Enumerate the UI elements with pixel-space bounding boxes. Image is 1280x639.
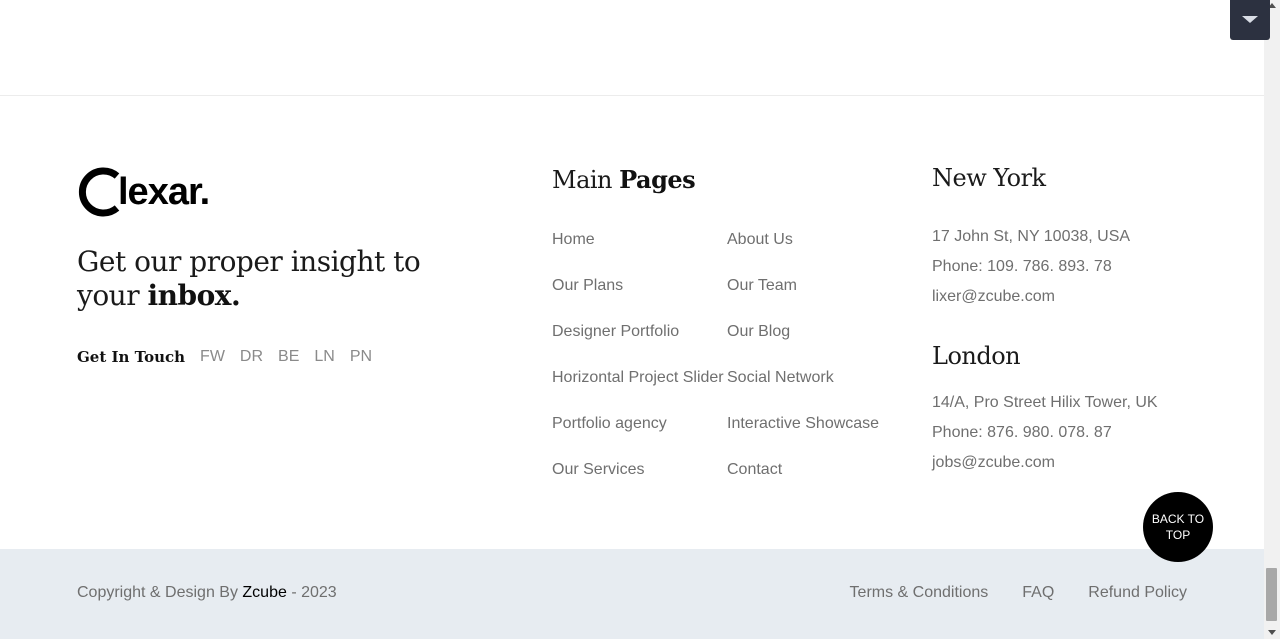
office-email-link[interactable]: jobs@zcube.com <box>932 453 1158 483</box>
office-email-link[interactable]: lixer@zcube.com <box>932 287 1130 317</box>
office-heading-new-york: New York <box>932 164 1046 192</box>
nav-link-our-services[interactable]: Our Services <box>552 460 724 506</box>
vertical-scrollbar[interactable] <box>1264 0 1280 639</box>
office-phone: Phone: 109. 786. 893. 78 <box>932 258 1112 275</box>
copyright-brand-link[interactable]: Zcube <box>242 584 286 601</box>
logo-text: lexar. <box>118 171 210 213</box>
nav-link-our-plans[interactable]: Our Plans <box>552 276 724 322</box>
social-link-fw[interactable]: FW <box>200 348 225 366</box>
back-to-top-button[interactable]: BACK TO TOP <box>1143 492 1213 562</box>
nav-link-designer-portfolio[interactable]: Designer Portfolio <box>552 322 724 368</box>
main-pages-left-column: Home Our Plans Designer Portfolio Horizo… <box>552 230 724 506</box>
main-pages-right-column: About Us Our Team Our Blog Social Networ… <box>727 230 879 506</box>
nav-link-horizontal-project-slider[interactable]: Horizontal Project Slider <box>552 368 724 414</box>
get-in-touch-label: Get In Touch <box>77 348 186 366</box>
main-pages-heading-light: Main <box>552 166 620 194</box>
logo[interactable]: lexar. <box>77 166 217 218</box>
social-link-dr[interactable]: DR <box>240 348 263 366</box>
nav-link-our-team[interactable]: Our Team <box>727 276 879 322</box>
legal-links: Terms & Conditions FAQ Refund Policy <box>816 584 1187 602</box>
nav-link-home[interactable]: Home <box>552 230 724 276</box>
nav-link-interactive-showcase[interactable]: Interactive Showcase <box>727 414 879 460</box>
footer-bottom-bar: Copyright & Design By Zcube - 2023 Terms… <box>0 549 1264 639</box>
nav-link-about-us[interactable]: About Us <box>727 230 879 276</box>
faq-link[interactable]: FAQ <box>1022 584 1054 602</box>
tagline: Get our proper insight to your inbox. <box>77 245 437 313</box>
tagline-bold-word: inbox. <box>147 279 241 312</box>
office-heading-london: London <box>932 342 1021 370</box>
caret-down-icon <box>1242 16 1258 23</box>
copyright-suffix: - 2023 <box>286 584 337 601</box>
nav-link-our-blog[interactable]: Our Blog <box>727 322 879 368</box>
page: lexar. Get our proper insight to your in… <box>0 0 1264 639</box>
scrollbar-thumb[interactable] <box>1266 568 1277 621</box>
get-in-touch-row: Get In Touch FW DR BE LN PN <box>77 348 387 366</box>
tagline-line1: Get our proper insight to <box>77 245 421 278</box>
nav-link-contact[interactable]: Contact <box>727 460 879 506</box>
terms-conditions-link[interactable]: Terms & Conditions <box>850 584 989 602</box>
dropdown-toggle-button[interactable] <box>1230 0 1270 40</box>
scroll-down-arrow-icon[interactable] <box>1268 630 1276 635</box>
office-details-london: 14/A, Pro Street Hilix Tower, UK Phone: … <box>932 393 1158 483</box>
refund-policy-link[interactable]: Refund Policy <box>1088 584 1187 602</box>
copyright-prefix: Copyright & Design By <box>77 584 243 601</box>
office-address: 14/A, Pro Street Hilix Tower, UK <box>932 394 1158 411</box>
office-address: 17 John St, NY 10038, USA <box>932 228 1131 245</box>
nav-link-social-network[interactable]: Social Network <box>727 368 879 414</box>
nav-link-portfolio-agency[interactable]: Portfolio agency <box>552 414 724 460</box>
office-details-new-york: 17 John St, NY 10038, USA Phone: 109. 78… <box>932 227 1130 317</box>
copyright-text: Copyright & Design By Zcube - 2023 <box>77 584 337 602</box>
social-link-ln[interactable]: LN <box>314 348 334 366</box>
tagline-line2-prefix: your <box>77 279 148 312</box>
office-phone: Phone: 876. 980. 078. 87 <box>932 424 1112 441</box>
divider <box>0 95 1264 96</box>
c-ring-logo-icon <box>78 167 120 217</box>
main-pages-heading-bold: Pages <box>619 165 696 194</box>
social-link-pn[interactable]: PN <box>350 348 372 366</box>
social-link-be[interactable]: BE <box>278 348 299 366</box>
main-pages-heading: Main Pages <box>552 165 696 194</box>
